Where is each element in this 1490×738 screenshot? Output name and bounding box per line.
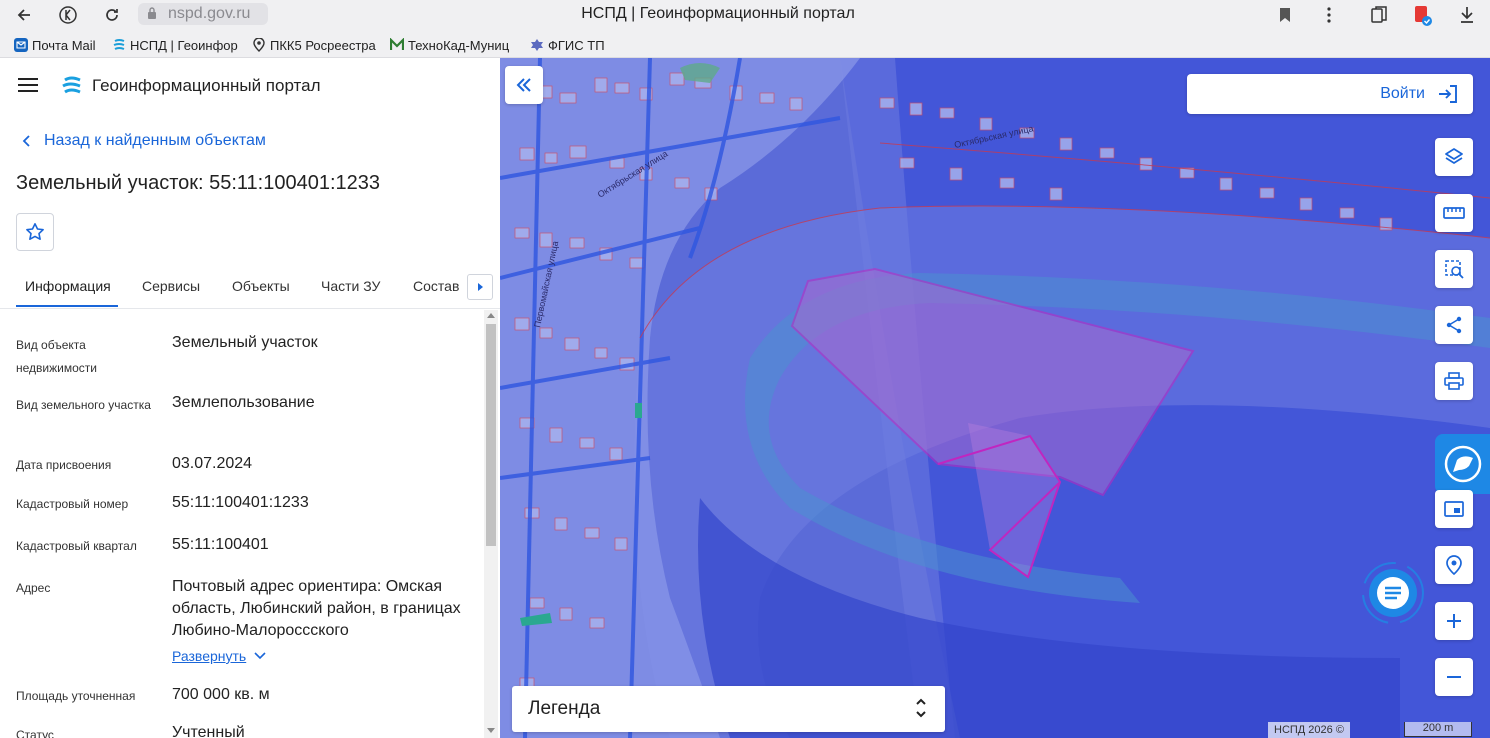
label-cadastral-quarter: Кадастровый квартал xyxy=(16,539,137,553)
scrollbar-thumb[interactable] xyxy=(486,324,496,546)
geolocation-button[interactable] xyxy=(1435,546,1473,584)
bookmark-tekhnokad[interactable]: ТехноКад-Муниц xyxy=(390,36,518,54)
collections-icon[interactable] xyxy=(1367,3,1391,27)
value-assignment-date: 03.07.2024 xyxy=(172,455,253,472)
zoom-in-icon xyxy=(1447,614,1461,628)
scroll-down-arrow-icon[interactable] xyxy=(487,728,495,733)
login-icon xyxy=(1439,85,1457,103)
expand-address-link[interactable]: Развернуть xyxy=(172,648,266,664)
map-copyright: НСПД 2026 © xyxy=(1268,722,1350,738)
chevron-left-icon xyxy=(22,135,30,147)
tab-composition[interactable]: Состав xyxy=(413,278,459,294)
chat-button[interactable] xyxy=(1360,560,1426,626)
ruler-icon xyxy=(1443,207,1465,219)
green-patch xyxy=(635,403,642,418)
page-tab-title: НСПД | Геоинформационный портал xyxy=(581,5,855,22)
share-icon xyxy=(1446,316,1462,334)
assistant-button[interactable] xyxy=(1435,434,1490,494)
bookmark-mail[interactable]: Почта Mail xyxy=(14,36,102,54)
minimap-icon xyxy=(1444,501,1464,517)
tab-parcel-parts[interactable]: Части ЗУ xyxy=(321,278,380,294)
label-status: Статус xyxy=(16,728,54,738)
zoom-in-button[interactable] xyxy=(1435,602,1473,640)
label-cadastral-number: Кадастровый номер xyxy=(16,497,129,511)
back-to-results-link[interactable]: Назад к найденным объектам xyxy=(22,132,266,150)
expand-collapse-icon xyxy=(916,698,926,718)
bookmark-icon[interactable] xyxy=(1273,3,1297,27)
chevron-down-icon xyxy=(254,652,266,660)
bookmarks-bar: Почта Mail НСПД | Геоинфор ПКК5 Росреест… xyxy=(0,30,1490,58)
bookmark-pkk5[interactable]: ПКК5 Росреестра xyxy=(252,36,378,54)
panel-scrollbar[interactable] xyxy=(484,310,498,738)
label-object-type: Вид объекта недвижимости xyxy=(16,338,97,375)
extension-icon[interactable] xyxy=(1410,3,1434,27)
info-tabs: Информация Сервисы Объекты Части ЗУ Сост… xyxy=(0,268,500,309)
geolocation-icon xyxy=(1446,555,1462,575)
area-select-button[interactable] xyxy=(1435,250,1473,288)
zoom-out-icon xyxy=(1447,676,1461,678)
map-canvas[interactable]: Октябрьская улица Первомайская улица Окт… xyxy=(500,58,1490,738)
value-area: 700 000 кв. м xyxy=(172,686,270,703)
bookmark-fgis-tp[interactable]: ФГИС ТП xyxy=(530,36,640,54)
value-status: Учтенный xyxy=(172,724,245,738)
scroll-up-arrow-icon[interactable] xyxy=(487,313,495,318)
more-menu-icon[interactable] xyxy=(1317,3,1341,27)
legend-toggle-button[interactable]: Легенда xyxy=(512,686,945,732)
tabs-scroll-right-button[interactable] xyxy=(467,274,493,300)
layers-icon xyxy=(1445,148,1463,164)
double-chevron-left-icon xyxy=(516,78,531,92)
active-tab-indicator xyxy=(16,305,118,307)
label-address: Адрес xyxy=(16,581,51,595)
value-address: Почтовый адрес ориентира: Омская область… xyxy=(172,578,461,639)
favorite-button[interactable] xyxy=(16,213,54,251)
print-button[interactable] xyxy=(1435,362,1473,400)
tab-objects[interactable]: Объекты xyxy=(232,278,290,294)
bookmark-nspd[interactable]: НСПД | Геоинфор xyxy=(112,36,240,54)
map-pin-icon xyxy=(253,38,265,52)
value-object-type: Земельный участок xyxy=(172,334,318,351)
object-info-panel: Геоинформационный портал Назад к найденн… xyxy=(0,58,500,738)
tab-services[interactable]: Сервисы xyxy=(142,278,200,294)
mail-icon xyxy=(14,38,28,52)
minimap-button[interactable] xyxy=(1435,490,1473,528)
tekhnokad-icon xyxy=(390,38,404,50)
emblem-icon xyxy=(531,39,543,51)
measure-button[interactable] xyxy=(1435,194,1473,232)
print-icon xyxy=(1444,372,1464,390)
label-area: Площадь уточненная xyxy=(16,689,136,703)
collapse-panel-button[interactable] xyxy=(505,66,543,104)
scale-bar: 200 m xyxy=(1404,722,1472,737)
value-parcel-type: Землепользование xyxy=(172,394,315,411)
nspd-logo-icon xyxy=(113,39,125,50)
caret-right-icon xyxy=(478,283,483,291)
share-button[interactable] xyxy=(1435,306,1473,344)
hamburger-menu-icon[interactable] xyxy=(18,78,38,94)
portal-logo-icon xyxy=(62,76,81,94)
label-assignment-date: Дата присвоения xyxy=(16,458,112,472)
select-area-icon xyxy=(1445,260,1464,279)
value-cadastral-quarter: 55:11:100401 xyxy=(172,536,269,553)
value-cadastral-number: 55:11:100401:1233 xyxy=(172,494,309,511)
attributes-list: Вид объекта недвижимости Земельный участ… xyxy=(0,308,482,738)
tab-information[interactable]: Информация xyxy=(25,278,111,294)
map-view[interactable]: Октябрьская улица Первомайская улица Окт… xyxy=(500,58,1490,738)
browser-toolbar: nspd.gov.ru НСПД | Геоинформационный пор… xyxy=(0,0,1490,30)
zoom-out-button[interactable] xyxy=(1435,658,1473,696)
download-icon[interactable] xyxy=(1455,3,1479,27)
layers-button[interactable] xyxy=(1435,138,1473,176)
assistant-icon xyxy=(1444,445,1481,483)
star-icon xyxy=(26,223,44,240)
login-button[interactable]: Войти xyxy=(1187,74,1473,114)
page-title: Земельный участок: 55:11:100401:1233 xyxy=(16,172,381,194)
portal-title: Геоинформационный портал xyxy=(92,76,321,95)
label-parcel-type: Вид земельного участка xyxy=(16,398,151,412)
